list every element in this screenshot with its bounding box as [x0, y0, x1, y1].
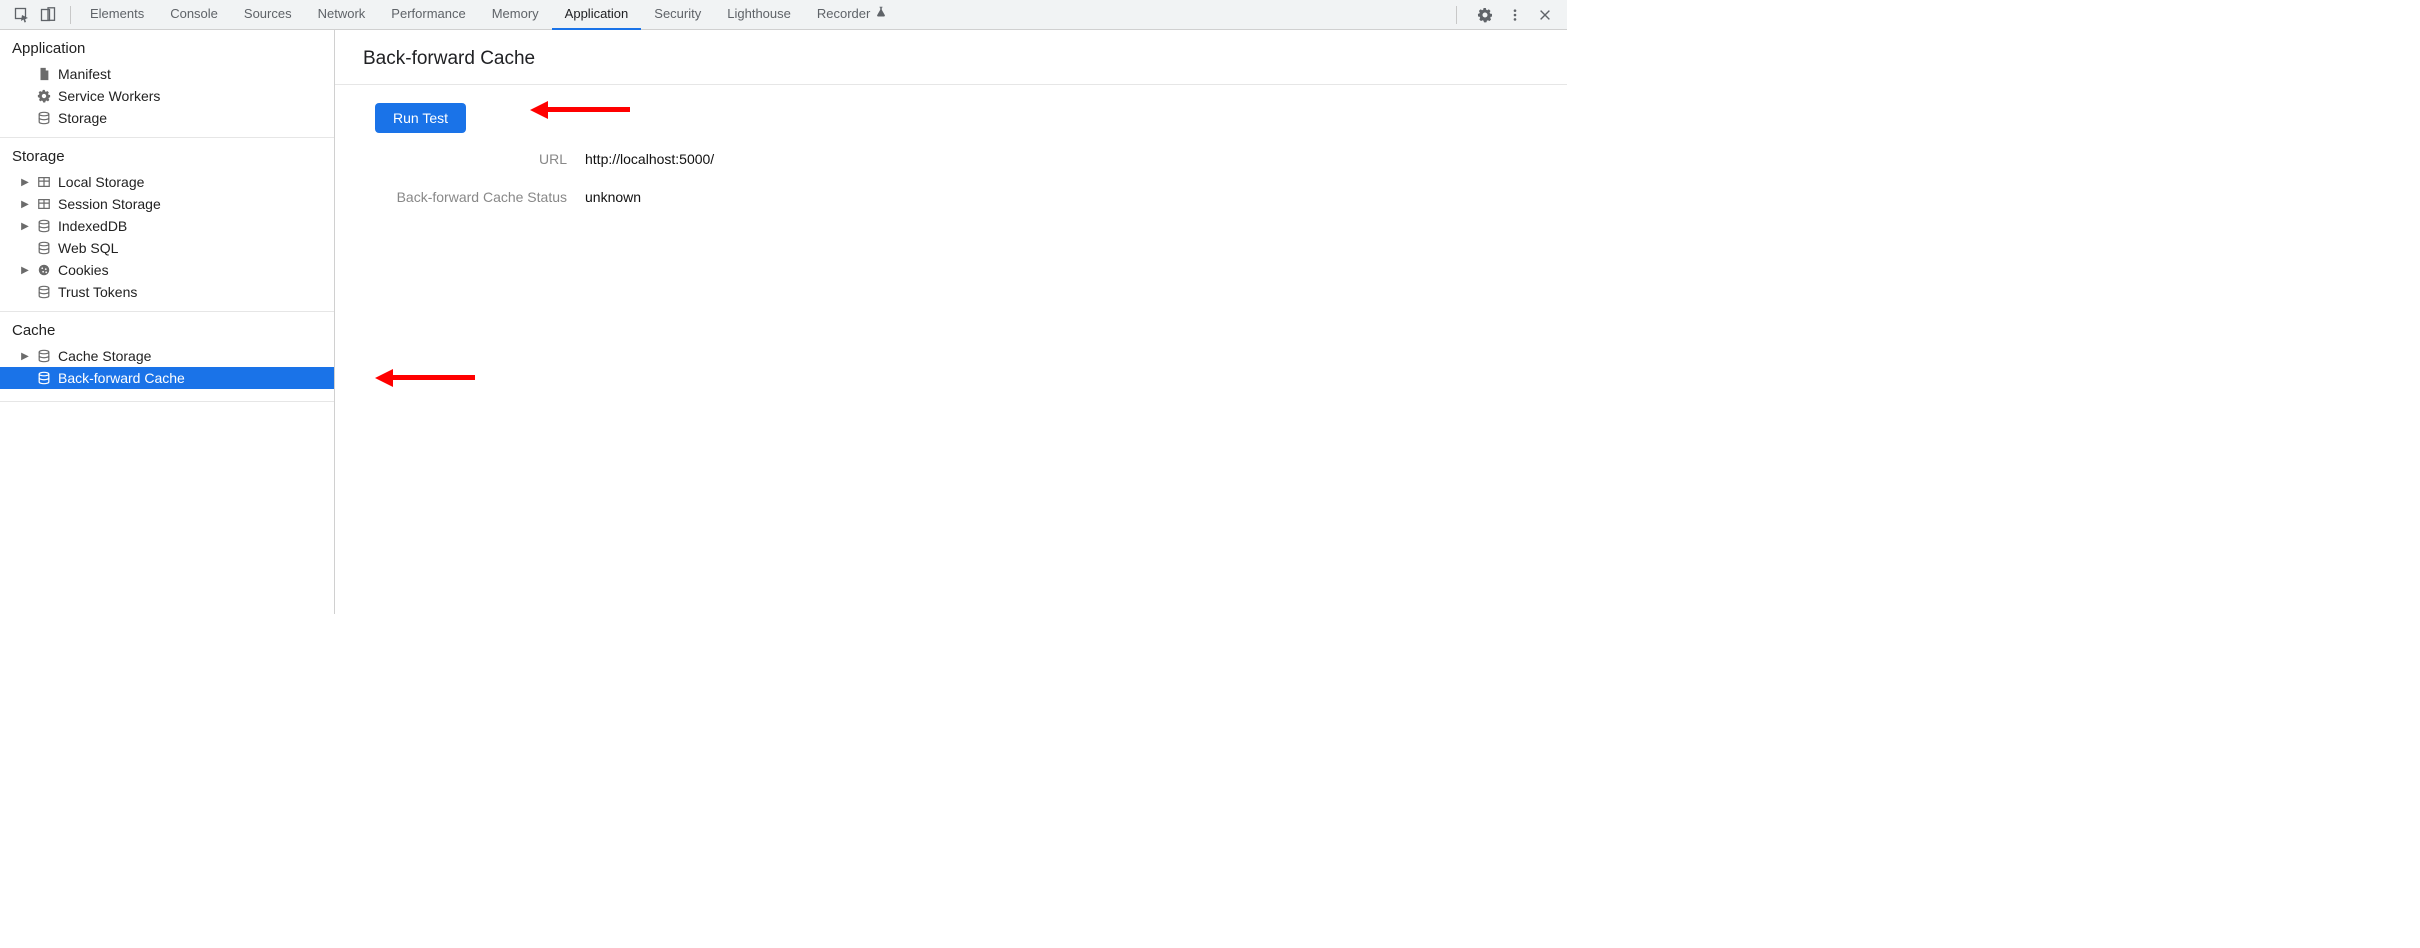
application-sidebar: Application ▶ Manifest ▶ Service Workers… [0, 30, 335, 614]
gear-icon[interactable] [1477, 7, 1493, 23]
tab-lighthouse[interactable]: Lighthouse [714, 0, 804, 30]
sidebar-item-label: Service Workers [58, 88, 160, 104]
tabbar-right-icons [1450, 6, 1561, 24]
sidebar-item-label: Cookies [58, 262, 109, 278]
inspect-icon[interactable] [14, 7, 30, 23]
tabbar-divider [1456, 6, 1457, 24]
tab-recorder[interactable]: Recorder [804, 0, 900, 30]
sidebar-item-label: Session Storage [58, 196, 161, 212]
kv-label-status: Back-forward Cache Status [335, 189, 585, 205]
tab-memory[interactable]: Memory [479, 0, 552, 30]
table-icon [36, 196, 52, 212]
sidebar-item-session-storage[interactable]: ▶ Session Storage [0, 193, 334, 215]
sidebar-item-label: IndexedDB [58, 218, 127, 234]
run-test-button[interactable]: Run Test [375, 103, 466, 133]
tab-network[interactable]: Network [305, 0, 379, 30]
sidebar-item-label: Manifest [58, 66, 111, 82]
sidebar-item-label: Local Storage [58, 174, 144, 190]
sidebar-item-web-sql[interactable]: ▶ Web SQL [0, 237, 334, 259]
sidebar-item-cache-storage[interactable]: ▶ Cache Storage [0, 345, 334, 367]
kv-row-status: Back-forward Cache Status unknown [335, 189, 1567, 205]
experimental-flask-icon [875, 6, 887, 21]
tab-application[interactable]: Application [552, 0, 642, 30]
sidebar-section-storage: Storage [0, 137, 334, 171]
sidebar-item-local-storage[interactable]: ▶ Local Storage [0, 171, 334, 193]
tab-console[interactable]: Console [157, 0, 231, 30]
tab-label: Security [654, 6, 701, 21]
tab-label: Memory [492, 6, 539, 21]
tab-label: Sources [244, 6, 292, 21]
caret-icon[interactable]: ▶ [20, 351, 30, 362]
kv-label-url: URL [335, 151, 585, 167]
sidebar-item-label: Web SQL [58, 240, 118, 256]
sidebar-bottom-divider [0, 401, 334, 402]
gear-icon [36, 88, 52, 104]
database-icon [36, 284, 52, 300]
sidebar-item-label: Back-forward Cache [58, 370, 185, 386]
tab-performance[interactable]: Performance [378, 0, 478, 30]
device-toggle-icon[interactable] [40, 7, 56, 23]
sidebar-section-cache: Cache [0, 311, 334, 345]
caret-icon[interactable]: ▶ [20, 221, 30, 232]
database-icon [36, 110, 52, 126]
cookie-icon [36, 262, 52, 278]
sidebar-section-application: Application [0, 30, 334, 63]
kv-value-url: http://localhost:5000/ [585, 151, 714, 167]
tab-security[interactable]: Security [641, 0, 714, 30]
database-icon [36, 218, 52, 234]
sidebar-item-label: Storage [58, 110, 107, 126]
tab-label: Application [565, 6, 629, 21]
sidebar-item-back-forward-cache[interactable]: ▶ Back-forward Cache [0, 367, 334, 389]
sidebar-item-storage[interactable]: ▶ Storage [0, 107, 334, 129]
tab-label: Lighthouse [727, 6, 791, 21]
caret-icon[interactable]: ▶ [20, 177, 30, 188]
kv-row-url: URL http://localhost:5000/ [335, 151, 1567, 167]
tab-label: Elements [90, 6, 144, 21]
tab-label: Recorder [817, 6, 870, 21]
bfcache-info-table: URL http://localhost:5000/ Back-forward … [335, 151, 1567, 205]
tab-sources[interactable]: Sources [231, 0, 305, 30]
kv-value-status: unknown [585, 189, 641, 205]
tab-label: Performance [391, 6, 465, 21]
page-title: Back-forward Cache [335, 30, 1567, 84]
caret-icon[interactable]: ▶ [20, 199, 30, 210]
main-pane: Back-forward Cache Run Test URL http://l… [335, 30, 1567, 614]
tab-elements[interactable]: Elements [77, 0, 157, 30]
database-icon [36, 348, 52, 364]
sidebar-item-indexeddb[interactable]: ▶ IndexedDB [0, 215, 334, 237]
database-icon [36, 240, 52, 256]
sidebar-item-cookies[interactable]: ▶ Cookies [0, 259, 334, 281]
sidebar-item-service-workers[interactable]: ▶ Service Workers [0, 85, 334, 107]
database-icon [36, 370, 52, 386]
caret-icon[interactable]: ▶ [20, 265, 30, 276]
tabbar-left-icons [6, 7, 64, 23]
sidebar-item-trust-tokens[interactable]: ▶ Trust Tokens [0, 281, 334, 303]
table-icon [36, 174, 52, 190]
annotation-arrow-sidebar-item [375, 371, 475, 383]
sidebar-item-label: Cache Storage [58, 348, 151, 364]
sidebar-item-manifest[interactable]: ▶ Manifest [0, 63, 334, 85]
close-icon[interactable] [1537, 7, 1553, 23]
devtools-tabbar: Elements Console Sources Network Perform… [0, 0, 1567, 30]
kebab-menu-icon[interactable] [1507, 7, 1523, 23]
sidebar-item-label: Trust Tokens [58, 284, 137, 300]
tab-label: Console [170, 6, 218, 21]
file-icon [36, 66, 52, 82]
tab-label: Network [318, 6, 366, 21]
tabbar-divider [70, 6, 71, 24]
